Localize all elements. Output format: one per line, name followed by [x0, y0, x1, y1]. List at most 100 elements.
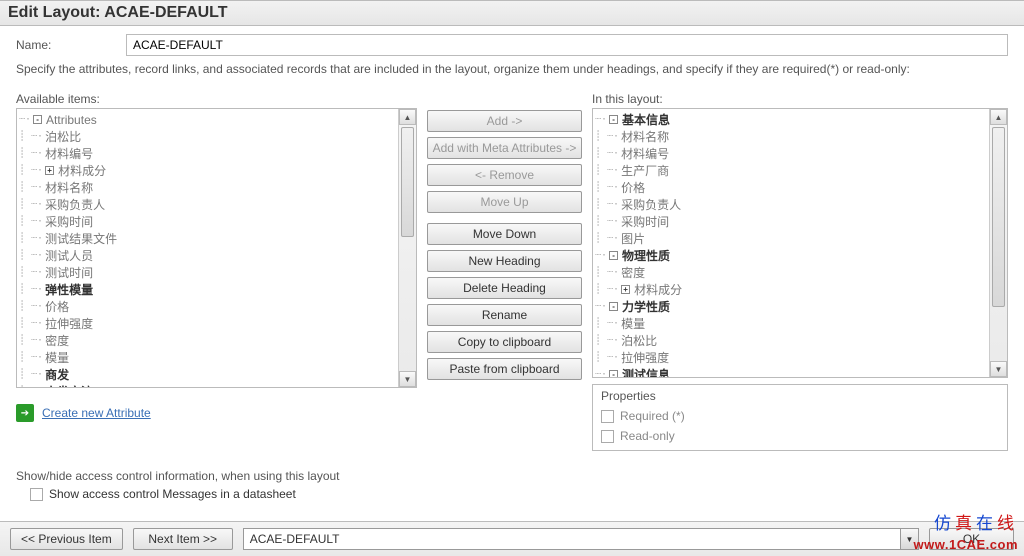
name-input[interactable] — [126, 34, 1008, 56]
window-title: Edit Layout: ACAE-DEFAULT — [0, 1, 1024, 26]
scrollbar-left[interactable]: ▲ ▼ — [398, 109, 416, 387]
tree-node-label: 价格 — [621, 179, 645, 196]
paste-button[interactable]: Paste from clipboard — [427, 358, 582, 380]
tree-node-label: 密度 — [45, 332, 69, 349]
tree-node[interactable]: ┊ ┈·密度 — [19, 332, 396, 349]
tree-node-label: 图片 — [621, 230, 645, 247]
tree-node[interactable]: ┊ ┈·泊松比 — [19, 128, 396, 145]
tree-node-label: 模量 — [45, 349, 69, 366]
watermark-url: www.1CAE.com — [914, 537, 1018, 552]
tree-node-label: 材料编号 — [621, 145, 669, 162]
tree-node-label: 采购时间 — [45, 213, 93, 230]
tree-node-label: 材料成分 — [634, 281, 682, 298]
tree-node[interactable]: ┊ ┈·价格 — [595, 179, 987, 196]
tree-node[interactable]: ┊ ┈·商发交流 — [19, 383, 396, 387]
remove-button: <- Remove — [427, 164, 582, 186]
in-layout-label: In this layout: — [592, 92, 1008, 106]
arrow-right-icon: ➔ — [16, 404, 34, 422]
readonly-label: Read-only — [620, 429, 675, 443]
watermark-text: 仿真在线 — [934, 509, 1018, 534]
tree-node[interactable]: ┊ ┈·采购时间 — [595, 213, 987, 230]
rename-button[interactable]: Rename — [427, 304, 582, 326]
tree-node[interactable]: ┊ ┈·材料编号 — [595, 145, 987, 162]
scroll-up-icon[interactable]: ▲ — [990, 109, 1007, 125]
copy-button[interactable]: Copy to clipboard — [427, 331, 582, 353]
tree-node[interactable]: ┊ ┈·密度 — [595, 264, 987, 281]
tree-node-label: 拉伸强度 — [45, 315, 93, 332]
tree-node[interactable]: ┊ ┈·弹性模量 — [19, 281, 396, 298]
layout-select-value: ACAE-DEFAULT — [250, 532, 340, 546]
tree-node[interactable]: ┊ ┈·拉伸强度 — [595, 349, 987, 366]
tree-node[interactable]: ┊ ┈·测试人员 — [19, 247, 396, 264]
tree-node[interactable]: ┊ ┈·+材料成分 — [595, 281, 987, 298]
scroll-thumb[interactable] — [401, 127, 414, 237]
tree-node-label: 测试时间 — [45, 264, 93, 281]
tree-node[interactable]: ┊ ┈·材料名称 — [19, 179, 396, 196]
previous-item-button[interactable]: << Previous Item — [10, 528, 123, 550]
readonly-checkbox[interactable] — [601, 430, 614, 443]
collapse-icon[interactable]: - — [609, 370, 618, 377]
scroll-down-icon[interactable]: ▼ — [399, 371, 416, 387]
next-item-button[interactable]: Next Item >> — [133, 528, 233, 550]
collapse-icon[interactable]: - — [33, 115, 42, 124]
show-access-messages-label: Show access control Messages in a datash… — [49, 487, 296, 501]
tree-node[interactable]: ┊ ┈·泊松比 — [595, 332, 987, 349]
available-items-tree[interactable]: ┈·-Attributes┊ ┈·泊松比┊ ┈·材料编号┊ ┈·+材料成分┊ ┈… — [16, 108, 417, 388]
tree-node[interactable]: ┊ ┈·测试时间 — [19, 264, 396, 281]
tree-node[interactable]: ┊ ┈·测试结果文件 — [19, 230, 396, 247]
tree-node-label: 材料编号 — [45, 145, 93, 162]
collapse-icon[interactable]: - — [609, 115, 618, 124]
scroll-thumb[interactable] — [992, 127, 1005, 307]
tree-node[interactable]: ┈·-物理性质 — [595, 247, 987, 264]
tree-node-label: 测试人员 — [45, 247, 93, 264]
tree-node[interactable]: ┊ ┈·模量 — [19, 349, 396, 366]
tree-node[interactable]: ┊ ┈·采购负责人 — [595, 196, 987, 213]
tree-node-label: 商发 — [45, 366, 69, 383]
collapse-icon[interactable]: - — [609, 302, 618, 311]
tree-node[interactable]: ┈·-基本信息 — [595, 111, 987, 128]
show-hide-text: Show/hide access control information, wh… — [16, 469, 1008, 483]
move-up-button: Move Up — [427, 191, 582, 213]
tree-node[interactable]: ┈·-力学性质 — [595, 298, 987, 315]
tree-node-label: 测试信息 — [622, 366, 670, 377]
tree-node[interactable]: ┊ ┈·生产厂商 — [595, 162, 987, 179]
in-layout-tree[interactable]: ┈·-基本信息┊ ┈·材料名称┊ ┈·材料编号┊ ┈·生产厂商┊ ┈·价格┊ ┈… — [592, 108, 1008, 378]
tree-node-label: 商发交流 — [45, 383, 93, 387]
properties-title: Properties — [601, 389, 999, 403]
delete-heading-button[interactable]: Delete Heading — [427, 277, 582, 299]
tree-node[interactable]: ┊ ┈·采购负责人 — [19, 196, 396, 213]
tree-node-label: 泊松比 — [45, 128, 81, 145]
tree-node-label: 采购负责人 — [621, 196, 681, 213]
new-heading-button[interactable]: New Heading — [427, 250, 582, 272]
tree-node[interactable]: ┈·-测试信息 — [595, 366, 987, 377]
tree-node[interactable]: ┊ ┈·价格 — [19, 298, 396, 315]
tree-node[interactable]: ┊ ┈·+材料成分 — [19, 162, 396, 179]
tree-node[interactable]: ┊ ┈·商发 — [19, 366, 396, 383]
tree-node[interactable]: ┈·-Attributes — [19, 111, 396, 128]
create-attribute-link[interactable]: Create new Attribute — [42, 406, 151, 420]
tree-node[interactable]: ┊ ┈·拉伸强度 — [19, 315, 396, 332]
expand-icon[interactable]: + — [621, 285, 630, 294]
tree-node[interactable]: ┊ ┈·材料编号 — [19, 145, 396, 162]
expand-icon[interactable]: + — [45, 166, 54, 175]
tree-node[interactable]: ┊ ┈·材料名称 — [595, 128, 987, 145]
required-label: Required (*) — [620, 409, 685, 423]
tree-node-label: 生产厂商 — [621, 162, 669, 179]
move-down-button[interactable]: Move Down — [427, 223, 582, 245]
tree-node[interactable]: ┊ ┈·模量 — [595, 315, 987, 332]
available-items-label: Available items: — [16, 92, 417, 106]
footer-bar: << Previous Item Next Item >> ACAE-DEFAU… — [0, 521, 1024, 556]
tree-node[interactable]: ┊ ┈·采购时间 — [19, 213, 396, 230]
tree-node-label: Attributes — [46, 113, 97, 127]
collapse-icon[interactable]: - — [609, 251, 618, 260]
scroll-down-icon[interactable]: ▼ — [990, 361, 1007, 377]
tree-node-label: 采购时间 — [621, 213, 669, 230]
tree-node[interactable]: ┊ ┈·图片 — [595, 230, 987, 247]
scrollbar-right[interactable]: ▲ ▼ — [989, 109, 1007, 377]
show-access-messages-checkbox[interactable] — [30, 488, 43, 501]
required-checkbox[interactable] — [601, 410, 614, 423]
tree-node-label: 模量 — [621, 315, 645, 332]
tree-node-label: 物理性质 — [622, 247, 670, 264]
scroll-up-icon[interactable]: ▲ — [399, 109, 416, 125]
layout-select[interactable]: ACAE-DEFAULT ▼ — [243, 528, 919, 550]
